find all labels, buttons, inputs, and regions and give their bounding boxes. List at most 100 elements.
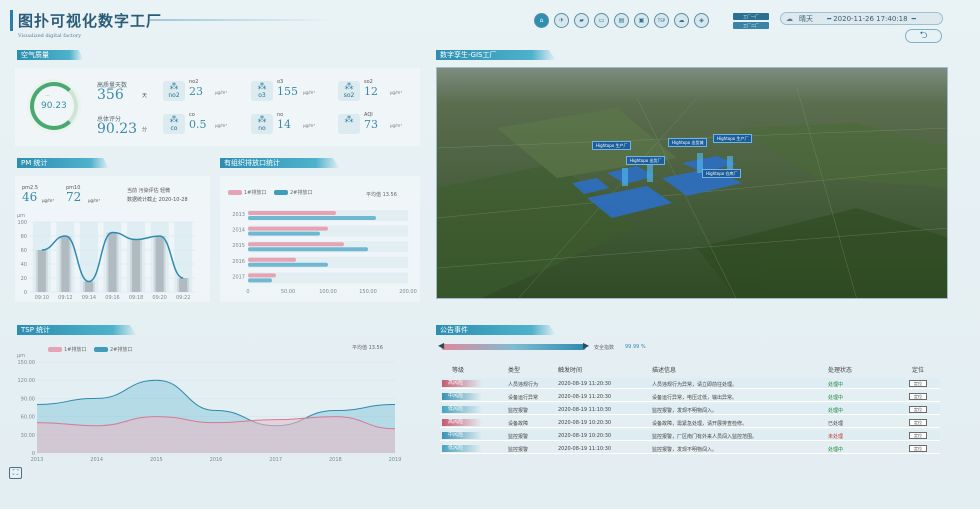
pm10-unit: μg/m³ [88,198,100,203]
molecule-icon: ⁂ no [251,114,273,134]
event-status: 已处理 [828,421,844,427]
fullscreen-icon[interactable]: ⛶ [9,467,22,479]
y-tick-label: 0 [24,290,27,296]
molecule-icon: ⁂ so2 [338,81,360,101]
col-desc: 描述信息 [652,367,677,374]
camera-icon[interactable]: ▭ [594,13,609,28]
locate-button[interactable]: 定位 [909,393,927,400]
locate-button[interactable]: 定位 [909,406,927,413]
pm25-value: 46 [22,190,38,204]
event-time: 2020-08-19 11:10:30 [558,446,612,452]
excellent-days-unit: 天 [142,93,148,99]
bar-core [108,232,117,292]
locate-button[interactable]: 定位 [909,380,927,387]
home-icon[interactable]: ⌂ [534,13,549,28]
bar-core [155,236,164,292]
bar-series-2 [248,278,272,283]
y-tick-label: 2016 [232,259,245,265]
legend-label-2: 2#排放口 [289,190,313,196]
layers-icon[interactable]: ◈ [694,13,709,28]
event-time: 2020-08-19 11:20:30 [558,394,612,400]
map-tag-2[interactable]: Hightopo 生产厂 [713,134,753,143]
x-tick-label: 2018 [329,457,342,463]
level-badge: 中风险 [442,432,482,439]
bus-icon[interactable]: ▤ [614,13,629,28]
metric-unit: μg/m³ [215,90,227,95]
table-row: 中风险 监控报警 2020-08-19 10:20:30 监控报警，厂区南门有外来人员… [440,430,940,441]
x-tick-label: 150.00 [359,289,377,295]
locate-button[interactable]: 定位 [909,419,927,426]
bar-series-1 [248,273,276,278]
score-unit: 分 [142,127,148,133]
map-terrain [437,68,947,298]
event-type: 设备故障 [508,421,529,427]
y-tick-label: 2015 [232,243,245,249]
event-type: 监控报警 [508,434,529,440]
pm10-value: 72 [66,190,82,204]
score-value: 90.23 [97,121,138,137]
bar-core [132,239,141,292]
factory-one-button[interactable]: 工厂一厂 [733,13,769,20]
x-tick-label: 09:14 [82,295,96,301]
x-tick-label: 09:10 [35,295,49,301]
ring-caption: ... [45,92,50,98]
pm25-unit: μg/m³ [42,198,54,203]
x-tick-label: 09:22 [176,295,190,301]
outlet-average: 平均值 13.56 [366,192,397,198]
molecule-icon: ⁂ o3 [251,81,273,101]
safety-label: 安全指数 [594,345,615,351]
x-tick-label: 200.00 [399,289,417,295]
bar-series-2 [248,216,376,220]
legend-label-1: 1#排放口 [244,190,267,196]
datetime-text: 2020-11-26 17:40:18 [833,14,908,23]
map-tag-0[interactable]: Hightopo 生产厂 [592,141,632,150]
dash-icon: ━ [827,14,832,23]
bar-series-2 [248,247,368,252]
safety-index-bar [441,344,586,350]
cloud-icon[interactable]: ☁ [674,13,689,28]
y-tick-label: 100 [17,220,27,226]
metric-unit: μg/m³ [303,90,315,95]
plane-icon[interactable]: ✈ [554,13,569,28]
map-tag-3[interactable]: Hightopo 出货厂 [626,156,666,165]
metric-so2: ⁂ so2 so2 12 μg/m³ [338,79,408,103]
outlet-chart: 2013 2014 2015 2016 2017 0 50.00 100.00 150.00 20… [232,210,417,295]
outlet-legend: 1#排放口 2#排放口 [228,189,312,196]
map-tag-4[interactable]: Hightopo 仓库厂 [702,169,742,178]
event-time: 2020-08-19 11:10:30 [558,407,612,413]
col-location: 定位 [912,367,925,374]
top-nav-icons: ⌂ ✈ ▰ ▭ ▤ ▣ TSP ☁ ◈ [534,13,709,28]
molecule-icon: ⁂ co [163,114,185,134]
event-type: 人员违规行为 [508,382,539,388]
factory-two-button[interactable]: 工厂二厂 [733,22,769,29]
x-tick-label: 09:12 [58,295,72,301]
event-time: 2020-08-19 10:20:30 [558,433,612,439]
x-tick-label: 2019 [389,457,402,463]
event-desc: 设备运行异常，电压过低，输出异常。 [652,395,738,401]
x-tick-label: 2015 [150,457,163,463]
legend-swatch-2 [273,190,288,195]
metric-o3: ⁂ o3 o3 155 μg/m³ [251,79,321,103]
twin-header: 数字孪生-GIS工厂 [436,50,556,60]
monitor-icon[interactable]: ▣ [634,13,649,28]
back-button[interactable]: ⮌ [905,29,942,43]
locate-button[interactable]: 定位 [909,445,927,452]
metric-no2: ⁂ no2 no2 23 μg/m³ [163,79,233,103]
metric-unit: μg/m³ [215,123,227,128]
metric-co: ⁂ co co 0.5 μg/m³ [163,112,233,136]
level-badge: 中风险 [442,393,482,400]
y-unit-label: μm [17,353,25,359]
map-tag-1[interactable]: Hightopo 出货城 [668,138,708,147]
locate-button[interactable]: 定位 [909,432,927,439]
bar-series-1 [248,257,296,262]
metric-unit: μg/m³ [303,123,315,128]
bar-series-1 [248,242,344,247]
truck-icon[interactable]: ▰ [574,13,589,28]
pm-chart: μm 0 20 40 60 80 100 09:10 09:12 09:14 09:16 09:18 0… [17,213,195,301]
pm-header: PM 统计 [17,158,109,168]
gis-3d-map[interactable]: Hightopo 生产厂 Hightopo 出货城 Hightopo 生产厂 H… [436,67,948,299]
tsp-label-icon[interactable]: TSP [654,13,669,28]
page-subtitle: Visualized digital factory [18,33,82,39]
metric-value: 0.5 [189,118,207,131]
bar-series-1 [248,226,328,231]
